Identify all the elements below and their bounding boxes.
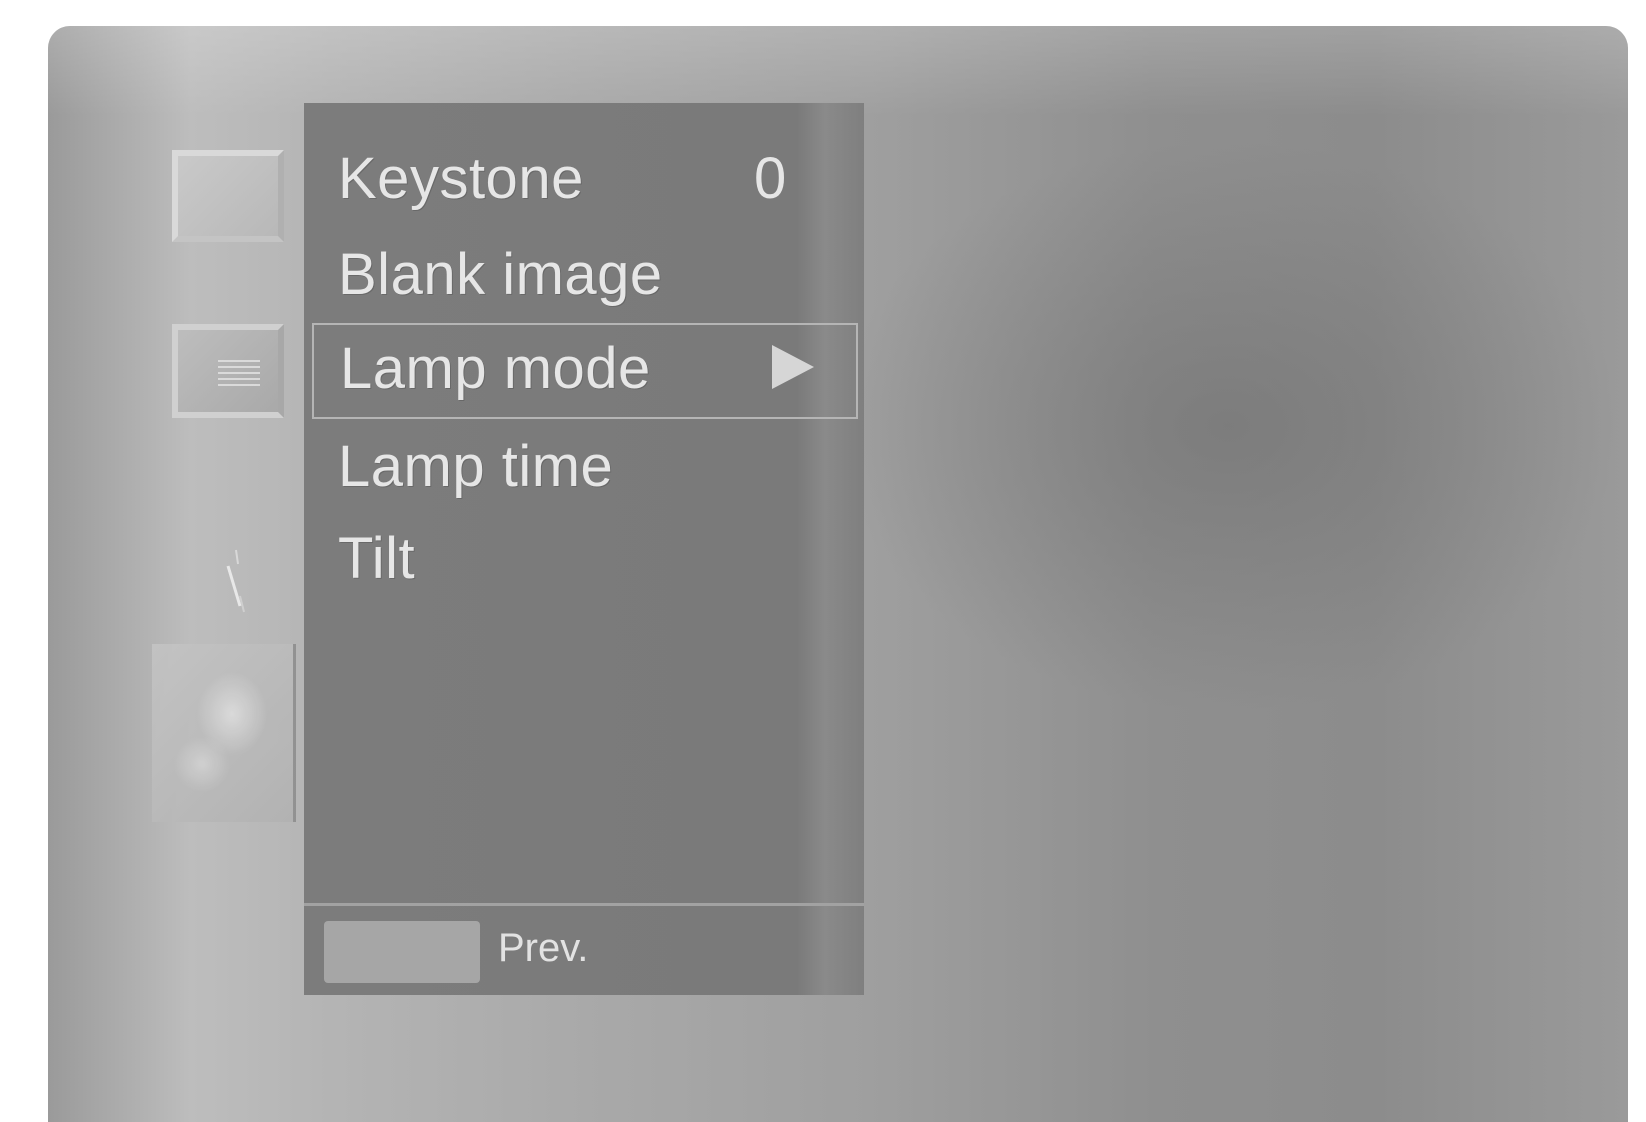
- menu-item-tilt[interactable]: Tilt: [304, 513, 864, 609]
- menu-item-lamp-time[interactable]: Lamp time: [304, 421, 864, 517]
- special-category-icon[interactable]: [152, 644, 296, 822]
- menu-item-blank-image[interactable]: Blank image: [304, 229, 864, 325]
- menu-item-label: Blank image: [338, 242, 663, 307]
- menu-item-lamp-mode[interactable]: Lamp mode: [312, 323, 858, 419]
- keystone-value: 0: [754, 146, 787, 211]
- right-arrow-icon: [772, 345, 814, 389]
- menu-item-label: Keystone: [338, 146, 584, 211]
- menu-button-icon[interactable]: [324, 921, 480, 983]
- screen-category-icon[interactable]: [172, 324, 284, 418]
- menu-item-label: Lamp mode: [340, 336, 651, 401]
- prev-label: Prev.: [498, 926, 589, 970]
- tool-category-icon[interactable]: [222, 546, 252, 616]
- projector-screen: Keystone 0 Blank image Lamp mode Lamp ti…: [48, 26, 1628, 1122]
- menu-footer: Prev.: [304, 903, 864, 995]
- menu-item-label: Lamp time: [338, 434, 614, 499]
- screen-lines-icon: [218, 360, 260, 388]
- menu-item-keystone[interactable]: Keystone 0: [304, 133, 864, 229]
- option-menu-panel: Keystone 0 Blank image Lamp mode Lamp ti…: [304, 103, 864, 995]
- picture-category-icon[interactable]: [172, 150, 284, 242]
- menu-item-label: Tilt: [338, 526, 416, 591]
